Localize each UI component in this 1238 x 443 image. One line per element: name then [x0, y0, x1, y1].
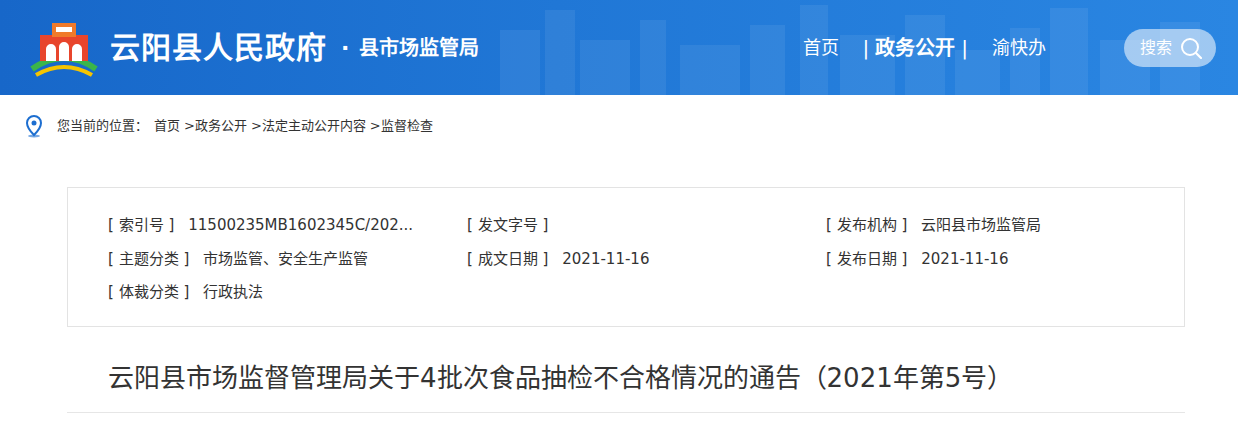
breadcrumb-prefix: 您当前的位置：	[57, 116, 148, 136]
title-separator: ·	[341, 31, 349, 64]
metadata-field: [ 发布机构 ] 云阳县市场监管局	[826, 214, 1174, 237]
metadata-field: [ 成文日期 ] 2021-11-16	[467, 248, 826, 271]
breadcrumb-separator: >	[251, 116, 262, 136]
field-value: 市场监管、安全生产监管	[203, 250, 368, 268]
site-title[interactable]: 云阳县人民政府	[110, 25, 327, 70]
field-value: 行政执法	[203, 283, 263, 301]
nav-item[interactable]: 渝快办	[992, 34, 1046, 61]
field-value: 云阳县市场监管局	[921, 216, 1041, 234]
department-name[interactable]: 县市场监管局	[359, 33, 479, 63]
breadcrumb-bar: 您当前的位置：首页>政务公开>法定主动公开内容>监督检查	[0, 95, 1238, 157]
location-pin-icon	[25, 115, 43, 138]
title-block: 云阳县市场监督管理局关于4批次食品抽检不合格情况的通告（2021年第5号）	[67, 327, 1185, 413]
nav-divider: |	[863, 33, 870, 63]
field-label: [ 发文字号 ]	[467, 216, 548, 234]
metadata-field: [ 索引号 ] 11500235MB1602345C/202...	[108, 214, 467, 237]
field-value: 2021-11-16	[562, 250, 649, 268]
search-label: 搜索	[1140, 36, 1172, 60]
nav-item[interactable]: 首页	[803, 34, 839, 61]
breadcrumb-separator: >	[370, 116, 381, 136]
field-value: 11500235MB1602345C/202...	[188, 216, 413, 234]
nav-item[interactable]: 政务公开	[875, 33, 955, 63]
header-bar: 云阳县人民政府 · 县市场监管局 首页 |政务公开| 渝快办 搜索	[0, 0, 1238, 95]
metadata-field: [ 体裁分类 ] 行政执法	[108, 281, 467, 304]
metadata-field: [ 发文字号 ]	[467, 214, 826, 237]
breadcrumb-link[interactable]: 法定主动公开内容	[262, 116, 366, 136]
search-button[interactable]: 搜索	[1124, 29, 1216, 67]
site-header: 云阳县人民政府 · 县市场监管局 首页 |政务公开| 渝快办 搜索	[0, 0, 1238, 95]
nav-divider: |	[961, 33, 968, 63]
breadcrumb-link[interactable]: 首页	[154, 116, 180, 136]
field-label: [ 体裁分类 ]	[108, 283, 189, 301]
field-label: [ 索引号 ]	[108, 216, 174, 234]
logo-icon	[26, 17, 102, 79]
breadcrumb-link[interactable]: 监督检查	[381, 116, 433, 136]
metadata-field: [ 发布日期 ] 2021-11-16	[826, 248, 1174, 271]
magnifier-icon	[1180, 37, 1202, 59]
main-nav: 首页 |政务公开| 渝快办 搜索	[803, 29, 1217, 67]
field-label: [ 发布机构 ]	[826, 216, 907, 234]
breadcrumb-separator: >	[184, 116, 195, 136]
field-label: [ 发布日期 ]	[826, 250, 907, 268]
field-label: [ 成文日期 ]	[467, 250, 548, 268]
article-title: 云阳县市场监督管理局关于4批次食品抽检不合格情况的通告（2021年第5号）	[108, 363, 1185, 394]
breadcrumb-link[interactable]: 政务公开	[195, 116, 247, 136]
field-label: [ 主题分类 ]	[108, 250, 189, 268]
metadata-box: [ 索引号 ] 11500235MB1602345C/202... [ 发文字号 ]…	[67, 187, 1185, 327]
field-value: 2021-11-16	[921, 250, 1008, 268]
metadata-field: [ 主题分类 ] 市场监管、安全生产监管	[108, 248, 467, 271]
